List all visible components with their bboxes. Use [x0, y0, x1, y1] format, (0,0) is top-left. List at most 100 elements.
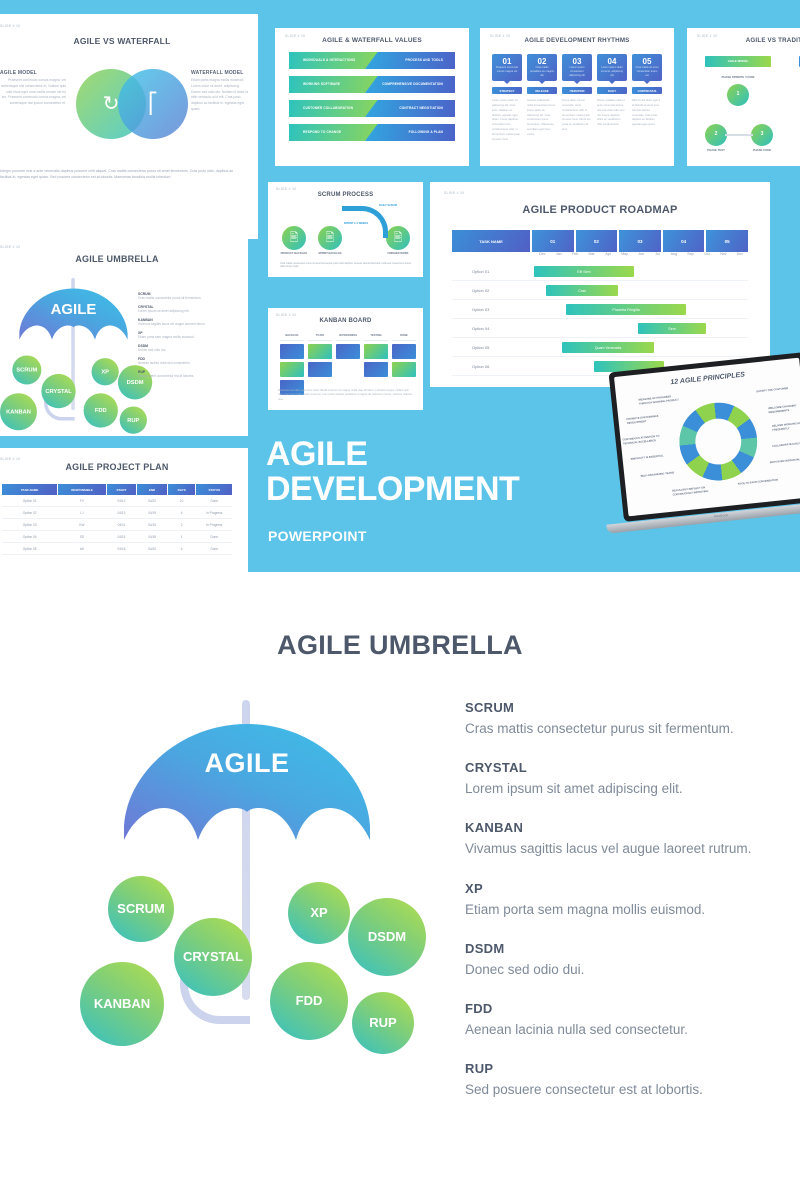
table-cell: 04/20	[148, 546, 157, 551]
kanban-card[interactable]	[336, 344, 360, 359]
table-cell: 10	[179, 498, 184, 503]
kanban-column[interactable]: IN PROGRESS	[336, 334, 360, 359]
kanban-card[interactable]	[364, 344, 388, 359]
umbrella-bubble-scrum[interactable]: SCRUM	[108, 876, 174, 942]
rhythm-body: Nibh id nisl dolor eget a at blandit sit…	[632, 99, 661, 127]
roadmap-task-label: Option 06	[472, 364, 490, 369]
roadmap-phase-02: 02	[575, 230, 618, 252]
rhythm-body: Donec sodales nullis ut enim commodo luc…	[597, 99, 625, 127]
umbrella-diagram-mini: AGILE SCRUM CRYSTAL KANBAN XP DSDM FDD RUP	[0, 278, 153, 434]
thumbnail-agile-project-plan[interactable]: SLIDE # 10 AGILE PROJECT PLAN TASK NAME R…	[0, 448, 248, 572]
umbrella-bubble-scrum[interactable]: SCRUM	[12, 355, 42, 385]
roadmap-month-tick: Nov	[720, 252, 727, 256]
agile-model-body: Praesent commodo cursus magna, vel scele…	[0, 78, 66, 106]
kanban-card[interactable]	[280, 344, 304, 359]
thumbnail-kanban-board[interactable]: SLIDE # 10 KANBAN BOARD BACKLOG TO DO IN P…	[268, 308, 423, 410]
list-item: CRYSTAL Lorem ipsum sit amet adipiscing e…	[465, 760, 765, 798]
table-header-row: TASK NAME RESPONSIBLE START END DAYS STATUS	[2, 484, 233, 495]
roadmap-bar[interactable]: Elit Sem	[534, 266, 634, 277]
roadmap-bar[interactable]: Quam Venenatis	[562, 342, 654, 353]
kanban-card[interactable]	[392, 362, 416, 377]
table-cell: KW	[79, 522, 85, 527]
table-row: Option 02 LJ 04/13 04/19 4 In Progress	[2, 507, 232, 519]
kanban-column[interactable]: TESTING	[364, 334, 388, 377]
phase-node-2-label: PHASE TEST	[707, 148, 725, 152]
table-cell: Done	[210, 546, 219, 551]
laptop-screen: 12 AGILE PRINCIPLES SATISFY THE CUSTOMER…	[608, 352, 800, 522]
table-cell: 2	[180, 522, 183, 527]
roadmap-bar[interactable]: Cras	[546, 285, 618, 296]
kanban-card[interactable]	[364, 362, 388, 377]
list-item: KANBAN Vivamus sagittis lacus vel augue l…	[138, 318, 238, 326]
thumbnail-agile-vs-traditional[interactable]: SLIDE # 10 AGILE VS TRADITIONAL AGILE MO…	[687, 28, 800, 166]
kanban-card[interactable]	[308, 344, 332, 359]
thumbnail-agile-waterfall-values[interactable]: SLIDE # 10 AGILE & WATERFALL VALUES INDI…	[275, 28, 469, 166]
list-item-desc: Etiam porta sem magna mollis euismod.	[465, 901, 706, 917]
umbrella-bubble-crystal[interactable]: CRYSTAL	[174, 918, 252, 996]
umbrella-bubble-kanban[interactable]: KANBAN	[0, 393, 37, 431]
table-cell: 04/11	[117, 522, 126, 527]
kanban-column[interactable]: DONE	[392, 334, 416, 377]
umbrella-bubble-fdd[interactable]: FDD	[270, 962, 348, 1040]
rhythm-tag: CONTINUOUS	[632, 87, 662, 94]
kanban-column[interactable]: BACKLOG	[280, 334, 304, 395]
thumb-title: AGILE UMBRELLA	[75, 254, 159, 264]
kanban-column[interactable]: TO DO	[308, 334, 332, 377]
roadmap-bar[interactable]: Pharetra Fringilla	[566, 304, 686, 315]
list-item: XP Etiam porta sem magna mollis euismod.	[465, 881, 765, 919]
thumbnail-agile-vs-waterfall[interactable]: SLIDE # 10 AGILE VS WATERFALL ↻ ⎡ AGILE …	[0, 14, 258, 239]
values-row: WORKING SOFTWARE COMPREHENSIVE DOCUMENTAT…	[289, 76, 455, 93]
principle-label: MEASURE OF PROGRESS THROUGH WORKING PROD…	[638, 395, 680, 406]
umbrella-bubble-xp[interactable]: XP	[288, 882, 350, 944]
table-row: Option 01 FV 04/12 04/22 10 Done	[2, 495, 232, 507]
agile-method-list: SCRUM Cras mattis consectetur purus sit f…	[465, 700, 765, 1122]
principle-label: FACE-TO-FACE CONVERSATION	[737, 478, 779, 486]
kanban-card[interactable]	[308, 362, 332, 377]
document-check-icon: 🖹	[386, 226, 410, 250]
values-right-label: PROCESS AND TOOLS	[405, 57, 443, 62]
list-item: SCRUM Cras mattis consectetur purus sit f…	[138, 292, 238, 300]
thumbnail-agile-umbrella[interactable]: SLIDE # 10 AGILE UMBRELLA AGILE SCRUM CRY…	[0, 236, 248, 436]
roadmap-bar[interactable]: Sem	[638, 323, 706, 334]
principle-label: SELF-ORGANIZING TEAMS	[640, 471, 675, 478]
document-icon: 🖹	[318, 226, 342, 250]
list-item: FDD Aenean lacinia nulla sed consectetur.	[465, 1001, 765, 1039]
roadmap-row: Option 05 Quam Venenatis	[452, 338, 748, 357]
table-cell: 04/16	[117, 546, 126, 551]
umbrella-bubble-dsdm[interactable]: DSDM	[348, 898, 426, 976]
umbrella-bubble-crystal[interactable]: CRYSTAL	[41, 373, 76, 409]
roadmap-row: Option 02 Cras	[452, 281, 748, 300]
umbrella-bubble-xp[interactable]: XP	[91, 358, 119, 386]
list-item-desc: Vivamus sagittis lacus vel augue laoreet…	[138, 322, 206, 326]
umbrella-bubble-fdd[interactable]: FDD	[83, 393, 118, 428]
principle-label: WELCOME CHANGING REQUIREMENTS	[767, 404, 797, 415]
table-cell: 4	[180, 510, 183, 515]
phase-node-3-label: PHASE CODE	[752, 148, 772, 152]
roadmap-month-axis: Dec Jan Feb Mar Apr May Jun Jul Aug Sep Oct Nov Dec	[534, 252, 748, 256]
venn-diagram: ↻ ⎡	[76, 69, 188, 139]
table-cell: 04/15	[148, 522, 157, 527]
promo-title-line2: DEVELOPMENT	[266, 469, 520, 508]
scrum-step-3-label: FINISHED WORK	[387, 252, 409, 255]
umbrella-bubble-kanban[interactable]: KANBAN	[80, 962, 164, 1046]
umbrella-bubble-rup[interactable]: RUP	[119, 406, 147, 434]
kanban-column-header: BACKLOG	[280, 334, 304, 341]
thumb-title: KANBAN BOARD	[319, 318, 372, 324]
list-item: FDD Aenean lacinia nulla sed consectetur.	[138, 357, 238, 365]
thumb-footer-text: Integer posuere erat a ante venenatis da…	[0, 169, 234, 179]
thumbnail-agile-development-rhythms[interactable]: SLIDE # 10 AGILE DEVELOPMENT RHYTHMS 01 P…	[480, 28, 674, 166]
umbrella-list-mini: SCRUM Cras mattis consectetur purus sit f…	[138, 292, 238, 383]
roadmap-month-tick: May	[621, 252, 628, 256]
kanban-card[interactable]	[392, 344, 416, 359]
rhythm-number: 03 Lorem ipsum consectetur adipiscing eli…	[562, 54, 592, 84]
list-item: DSDM Donec sed odio dui.	[465, 941, 765, 979]
roadmap-task-label: Option 04	[472, 326, 490, 331]
flow-arrow	[725, 134, 753, 136]
table-cell: Done	[210, 534, 219, 539]
umbrella-bubble-rup[interactable]: RUP	[352, 992, 414, 1054]
thumbnail-scrum-process[interactable]: SLIDE # 10 SCRUM PROCESS 🖹 🖹 🖹 PRODUCT B…	[268, 182, 423, 277]
list-item-title: DSDM	[465, 940, 505, 956]
table-cell: FV	[79, 498, 84, 503]
roadmap-month-tick: Dec	[736, 252, 744, 256]
kanban-card[interactable]	[280, 362, 304, 377]
